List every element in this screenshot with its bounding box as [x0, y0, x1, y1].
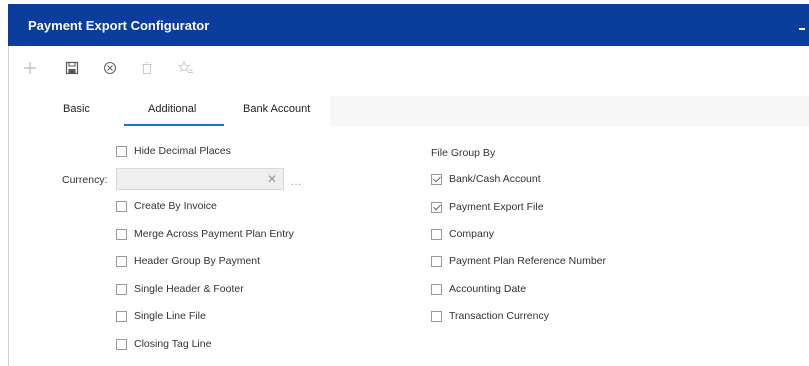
checkbox-box[interactable] [431, 283, 442, 295]
checkbox-label: Hide Decimal Places [134, 145, 231, 157]
clear-icon[interactable]: ✕ [267, 172, 277, 186]
window-title: Payment Export Configurator [28, 18, 210, 33]
checkbox-label: Create By Invoice [134, 200, 217, 212]
checkbox-box[interactable] [116, 200, 127, 212]
single-header-footer-checkbox[interactable]: Single Header & Footer [116, 283, 244, 295]
checkbox-box[interactable] [116, 310, 127, 322]
checkbox-label: Merge Across Payment Plan Entry [134, 228, 294, 240]
checkbox-box[interactable] [431, 173, 442, 185]
minimize-icon[interactable] [799, 28, 805, 30]
closing-tag-line-checkbox[interactable]: Closing Tag Line [116, 338, 211, 350]
checkbox-label: Payment Plan Reference Number [449, 255, 606, 267]
checkbox-label: Bank/Cash Account [449, 173, 541, 185]
checkbox-box[interactable] [431, 228, 442, 240]
checkbox-label: Transaction Currency [449, 310, 549, 322]
checkbox-label: Closing Tag Line [134, 338, 212, 350]
currency-label: Currency: [62, 174, 108, 186]
checkbox-box[interactable] [116, 338, 127, 350]
checkbox-label: Payment Export File [449, 201, 544, 213]
company-checkbox[interactable]: Company [431, 228, 494, 240]
create-by-invoice-checkbox[interactable]: Create By Invoice [116, 200, 217, 212]
header-group-by-payment-checkbox[interactable]: Header Group By Payment [116, 255, 260, 267]
save-icon[interactable] [62, 58, 82, 78]
checkbox-box[interactable] [431, 255, 442, 267]
checkbox-label: Header Group By Payment [134, 255, 261, 267]
checkbox-box[interactable] [116, 145, 127, 157]
favorite-icon[interactable] [176, 58, 196, 78]
lookup-ellipsis-icon[interactable]: … [290, 174, 303, 188]
window-titlebar: Payment Export Configurator [8, 4, 809, 46]
hide-decimal-places-checkbox[interactable]: Hide Decimal Places [116, 145, 231, 157]
payment-plan-reference-number-checkbox[interactable]: Payment Plan Reference Number [431, 255, 606, 267]
merge-across-payment-plan-entry-checkbox[interactable]: Merge Across Payment Plan Entry [116, 228, 294, 240]
delete-icon[interactable] [137, 58, 157, 78]
transaction-currency-checkbox[interactable]: Transaction Currency [431, 310, 549, 322]
checkbox-box[interactable] [116, 283, 127, 295]
tab-bank-account[interactable]: Bank Account [243, 103, 310, 115]
tab-basic[interactable]: Basic [63, 103, 90, 115]
cancel-icon[interactable] [100, 58, 120, 78]
bank-cash-account-checkbox[interactable]: Bank/Cash Account [431, 173, 541, 185]
checkbox-box[interactable] [116, 228, 127, 240]
checkbox-box[interactable] [431, 201, 442, 213]
add-icon[interactable] [20, 58, 40, 78]
checkbox-label: Single Line File [134, 310, 206, 322]
single-line-file-checkbox[interactable]: Single Line File [116, 310, 206, 322]
checkbox-label: Accounting Date [449, 283, 527, 295]
currency-input[interactable]: ✕ [116, 168, 284, 190]
checkbox-label: Company [449, 228, 494, 240]
payment-export-file-checkbox[interactable]: Payment Export File [431, 201, 544, 213]
tab-additional[interactable]: Additional [148, 103, 196, 115]
checkbox-label: Single Header & Footer [134, 283, 244, 295]
panel-border [8, 46, 9, 366]
active-tab-indicator [124, 124, 224, 126]
checkbox-box[interactable] [431, 310, 442, 322]
file-group-by-heading: File Group By [431, 147, 496, 159]
checkbox-box[interactable] [116, 255, 127, 267]
accounting-date-checkbox[interactable]: Accounting Date [431, 283, 526, 295]
